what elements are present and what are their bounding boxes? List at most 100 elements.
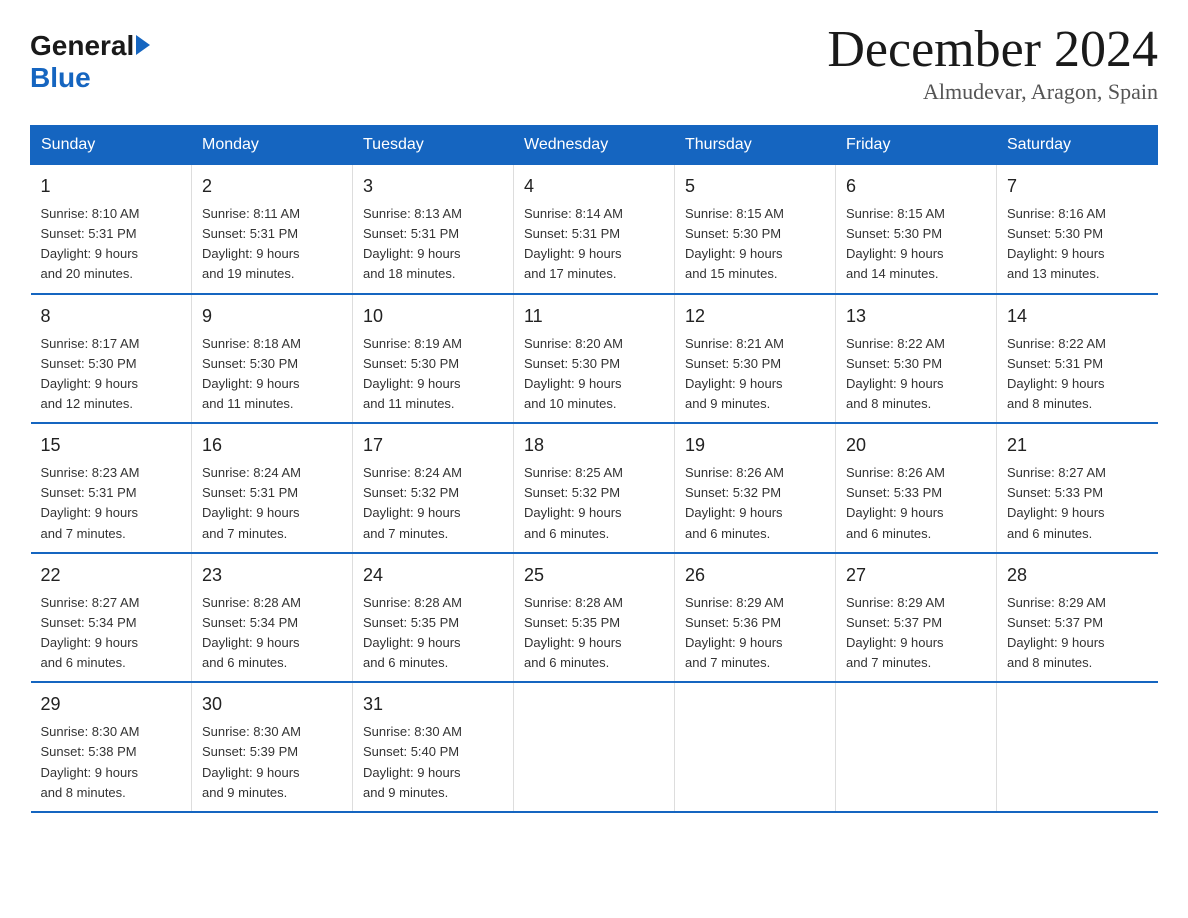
day-number: 28 [1007, 562, 1148, 589]
day-info: Sunrise: 8:23 AMSunset: 5:31 PMDaylight:… [41, 465, 140, 540]
day-info: Sunrise: 8:30 AMSunset: 5:39 PMDaylight:… [202, 724, 301, 799]
day-number: 16 [202, 432, 342, 459]
day-info: Sunrise: 8:14 AMSunset: 5:31 PMDaylight:… [524, 206, 623, 281]
calendar-cell [997, 682, 1158, 812]
logo-arrow-icon [136, 35, 150, 55]
day-number: 11 [524, 303, 664, 330]
day-info: Sunrise: 8:15 AMSunset: 5:30 PMDaylight:… [846, 206, 945, 281]
day-number: 13 [846, 303, 986, 330]
day-number: 7 [1007, 173, 1148, 200]
calendar-cell: 1 Sunrise: 8:10 AMSunset: 5:31 PMDayligh… [31, 165, 192, 294]
day-number: 22 [41, 562, 182, 589]
header-wednesday: Wednesday [514, 126, 675, 165]
calendar-cell: 18 Sunrise: 8:25 AMSunset: 5:32 PMDaylig… [514, 423, 675, 553]
day-info: Sunrise: 8:21 AMSunset: 5:30 PMDaylight:… [685, 336, 784, 411]
header-tuesday: Tuesday [353, 126, 514, 165]
day-info: Sunrise: 8:28 AMSunset: 5:34 PMDaylight:… [202, 595, 301, 670]
header-friday: Friday [836, 126, 997, 165]
week-row-3: 15 Sunrise: 8:23 AMSunset: 5:31 PMDaylig… [31, 423, 1158, 553]
calendar-cell [675, 682, 836, 812]
day-number: 24 [363, 562, 503, 589]
calendar-table: SundayMondayTuesdayWednesdayThursdayFrid… [30, 125, 1158, 813]
calendar-cell: 28 Sunrise: 8:29 AMSunset: 5:37 PMDaylig… [997, 553, 1158, 683]
calendar-cell: 12 Sunrise: 8:21 AMSunset: 5:30 PMDaylig… [675, 294, 836, 424]
day-number: 19 [685, 432, 825, 459]
week-row-4: 22 Sunrise: 8:27 AMSunset: 5:34 PMDaylig… [31, 553, 1158, 683]
location-title: Almudevar, Aragon, Spain [827, 79, 1158, 105]
calendar-cell: 4 Sunrise: 8:14 AMSunset: 5:31 PMDayligh… [514, 165, 675, 294]
day-number: 17 [363, 432, 503, 459]
header-sunday: Sunday [31, 126, 192, 165]
day-number: 6 [846, 173, 986, 200]
day-info: Sunrise: 8:10 AMSunset: 5:31 PMDaylight:… [41, 206, 140, 281]
day-info: Sunrise: 8:18 AMSunset: 5:30 PMDaylight:… [202, 336, 301, 411]
day-info: Sunrise: 8:13 AMSunset: 5:31 PMDaylight:… [363, 206, 462, 281]
calendar-cell [836, 682, 997, 812]
day-number: 5 [685, 173, 825, 200]
day-info: Sunrise: 8:24 AMSunset: 5:32 PMDaylight:… [363, 465, 462, 540]
calendar-cell: 9 Sunrise: 8:18 AMSunset: 5:30 PMDayligh… [192, 294, 353, 424]
calendar-cell: 5 Sunrise: 8:15 AMSunset: 5:30 PMDayligh… [675, 165, 836, 294]
calendar-cell: 19 Sunrise: 8:26 AMSunset: 5:32 PMDaylig… [675, 423, 836, 553]
calendar-cell: 24 Sunrise: 8:28 AMSunset: 5:35 PMDaylig… [353, 553, 514, 683]
calendar-cell: 20 Sunrise: 8:26 AMSunset: 5:33 PMDaylig… [836, 423, 997, 553]
calendar-cell: 16 Sunrise: 8:24 AMSunset: 5:31 PMDaylig… [192, 423, 353, 553]
month-year-title: December 2024 [827, 20, 1158, 79]
week-row-2: 8 Sunrise: 8:17 AMSunset: 5:30 PMDayligh… [31, 294, 1158, 424]
calendar-cell: 31 Sunrise: 8:30 AMSunset: 5:40 PMDaylig… [353, 682, 514, 812]
day-number: 23 [202, 562, 342, 589]
day-number: 18 [524, 432, 664, 459]
header-saturday: Saturday [997, 126, 1158, 165]
calendar-cell: 29 Sunrise: 8:30 AMSunset: 5:38 PMDaylig… [31, 682, 192, 812]
day-info: Sunrise: 8:19 AMSunset: 5:30 PMDaylight:… [363, 336, 462, 411]
day-number: 29 [41, 691, 182, 718]
header-thursday: Thursday [675, 126, 836, 165]
calendar-cell: 8 Sunrise: 8:17 AMSunset: 5:30 PMDayligh… [31, 294, 192, 424]
calendar-header-row: SundayMondayTuesdayWednesdayThursdayFrid… [31, 126, 1158, 165]
calendar-cell: 17 Sunrise: 8:24 AMSunset: 5:32 PMDaylig… [353, 423, 514, 553]
day-info: Sunrise: 8:28 AMSunset: 5:35 PMDaylight:… [524, 595, 623, 670]
calendar-cell: 7 Sunrise: 8:16 AMSunset: 5:30 PMDayligh… [997, 165, 1158, 294]
day-number: 26 [685, 562, 825, 589]
day-number: 30 [202, 691, 342, 718]
day-info: Sunrise: 8:26 AMSunset: 5:32 PMDaylight:… [685, 465, 784, 540]
title-section: December 2024 Almudevar, Aragon, Spain [827, 20, 1158, 105]
calendar-cell: 25 Sunrise: 8:28 AMSunset: 5:35 PMDaylig… [514, 553, 675, 683]
day-number: 10 [363, 303, 503, 330]
day-info: Sunrise: 8:24 AMSunset: 5:31 PMDaylight:… [202, 465, 301, 540]
day-info: Sunrise: 8:29 AMSunset: 5:37 PMDaylight:… [1007, 595, 1106, 670]
day-number: 14 [1007, 303, 1148, 330]
logo: General Blue [30, 30, 150, 94]
calendar-cell: 6 Sunrise: 8:15 AMSunset: 5:30 PMDayligh… [836, 165, 997, 294]
calendar-cell [514, 682, 675, 812]
day-info: Sunrise: 8:15 AMSunset: 5:30 PMDaylight:… [685, 206, 784, 281]
day-info: Sunrise: 8:30 AMSunset: 5:40 PMDaylight:… [363, 724, 462, 799]
header-monday: Monday [192, 126, 353, 165]
day-info: Sunrise: 8:16 AMSunset: 5:30 PMDaylight:… [1007, 206, 1106, 281]
day-number: 1 [41, 173, 182, 200]
day-number: 21 [1007, 432, 1148, 459]
day-number: 20 [846, 432, 986, 459]
week-row-1: 1 Sunrise: 8:10 AMSunset: 5:31 PMDayligh… [31, 165, 1158, 294]
calendar-cell: 23 Sunrise: 8:28 AMSunset: 5:34 PMDaylig… [192, 553, 353, 683]
logo-wordmark: General Blue [30, 30, 150, 94]
day-number: 27 [846, 562, 986, 589]
day-info: Sunrise: 8:29 AMSunset: 5:37 PMDaylight:… [846, 595, 945, 670]
day-info: Sunrise: 8:22 AMSunset: 5:30 PMDaylight:… [846, 336, 945, 411]
day-info: Sunrise: 8:22 AMSunset: 5:31 PMDaylight:… [1007, 336, 1106, 411]
day-number: 9 [202, 303, 342, 330]
calendar-cell: 26 Sunrise: 8:29 AMSunset: 5:36 PMDaylig… [675, 553, 836, 683]
calendar-cell: 15 Sunrise: 8:23 AMSunset: 5:31 PMDaylig… [31, 423, 192, 553]
day-info: Sunrise: 8:20 AMSunset: 5:30 PMDaylight:… [524, 336, 623, 411]
day-info: Sunrise: 8:17 AMSunset: 5:30 PMDaylight:… [41, 336, 140, 411]
day-info: Sunrise: 8:28 AMSunset: 5:35 PMDaylight:… [363, 595, 462, 670]
day-info: Sunrise: 8:27 AMSunset: 5:34 PMDaylight:… [41, 595, 140, 670]
calendar-cell: 14 Sunrise: 8:22 AMSunset: 5:31 PMDaylig… [997, 294, 1158, 424]
calendar-cell: 13 Sunrise: 8:22 AMSunset: 5:30 PMDaylig… [836, 294, 997, 424]
day-number: 3 [363, 173, 503, 200]
day-info: Sunrise: 8:11 AMSunset: 5:31 PMDaylight:… [202, 206, 300, 281]
day-info: Sunrise: 8:30 AMSunset: 5:38 PMDaylight:… [41, 724, 140, 799]
calendar-cell: 10 Sunrise: 8:19 AMSunset: 5:30 PMDaylig… [353, 294, 514, 424]
calendar-cell: 27 Sunrise: 8:29 AMSunset: 5:37 PMDaylig… [836, 553, 997, 683]
calendar-cell: 3 Sunrise: 8:13 AMSunset: 5:31 PMDayligh… [353, 165, 514, 294]
